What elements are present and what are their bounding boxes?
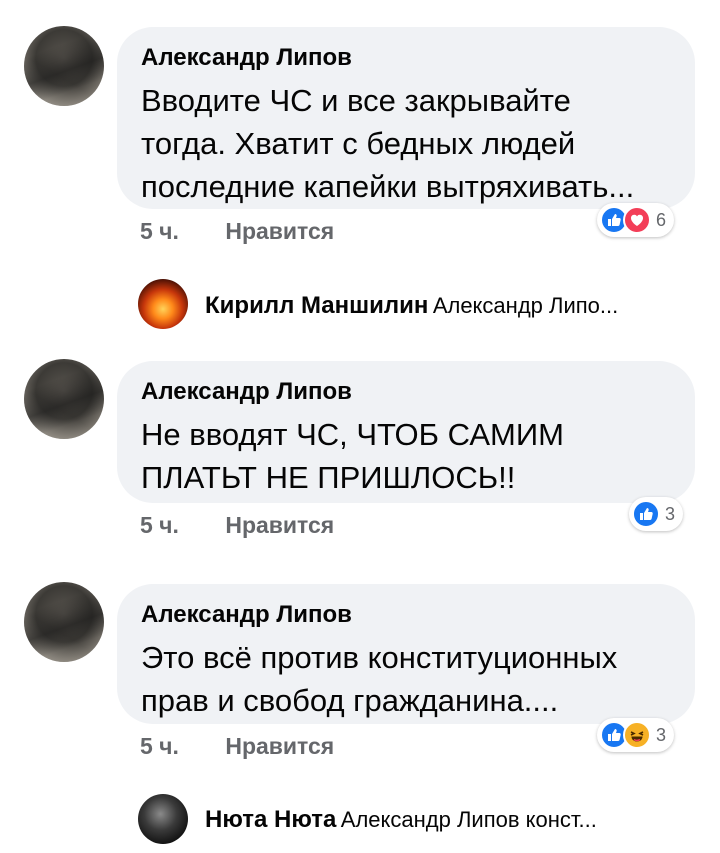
like-button[interactable]: Нравится bbox=[225, 512, 334, 538]
comment-time[interactable]: 5 ч. bbox=[140, 733, 179, 759]
comment-meta: 5 ч. Нравится bbox=[140, 733, 334, 760]
comment-text: Это всё против конституционных прав и св… bbox=[141, 640, 618, 718]
reply-author[interactable]: Нюта Нюта bbox=[205, 806, 336, 833]
comment-author[interactable]: Александр Липов bbox=[141, 378, 352, 406]
comment-bubble: Александр Липов Не вводят ЧС, ЧТОБ САМИМ… bbox=[117, 361, 695, 503]
comment-text: Вводите ЧС и все закрывайте тогда. Хвати… bbox=[141, 83, 635, 204]
reaction-summary[interactable]: 3 bbox=[629, 497, 684, 531]
avatar[interactable] bbox=[24, 359, 104, 439]
comment-bubble: Александр Липов Вводите ЧС и все закрыва… bbox=[117, 27, 695, 209]
comment-time[interactable]: 5 ч. bbox=[140, 218, 179, 244]
like-button[interactable]: Нравится bbox=[225, 218, 334, 244]
reply-text: Александр Липов конст... bbox=[340, 807, 597, 832]
comment-bubble: Александр Липов Это всё против конституц… bbox=[117, 584, 695, 724]
avatar[interactable] bbox=[24, 582, 104, 662]
comment-author[interactable]: Александр Липов bbox=[141, 44, 352, 72]
comment-text: Не вводят ЧС, ЧТОБ САМИМ ПЛАТЬТ НЕ ПРИШЛ… bbox=[141, 417, 564, 495]
reaction-count: 3 bbox=[665, 503, 676, 524]
comment-meta: 5 ч. Нравится bbox=[140, 218, 334, 245]
reaction-summary[interactable]: 6 bbox=[597, 203, 675, 237]
reply-preview[interactable]: Нюта Нюта Александр Липов конст... bbox=[205, 806, 597, 834]
reply-author[interactable]: Кирилл Маншилин bbox=[205, 292, 428, 319]
haha-reaction-icon bbox=[623, 721, 651, 749]
comment-meta: 5 ч. Нравится bbox=[140, 512, 334, 539]
reaction-count: 3 bbox=[656, 724, 667, 745]
avatar[interactable] bbox=[24, 26, 104, 106]
reaction-count: 6 bbox=[656, 209, 667, 230]
comment-author[interactable]: Александр Липов bbox=[141, 601, 352, 629]
comment-time[interactable]: 5 ч. bbox=[140, 512, 179, 538]
reply-preview[interactable]: Кирилл Маншилин Александр Липо... bbox=[205, 292, 618, 320]
reaction-summary[interactable]: 3 bbox=[597, 718, 675, 752]
reply-text: Александр Липо... bbox=[432, 293, 619, 318]
like-button[interactable]: Нравится bbox=[225, 733, 334, 759]
reply-avatar[interactable] bbox=[138, 794, 188, 844]
love-reaction-icon bbox=[623, 206, 651, 234]
like-reaction-icon bbox=[632, 500, 660, 528]
reply-avatar[interactable] bbox=[138, 279, 188, 329]
